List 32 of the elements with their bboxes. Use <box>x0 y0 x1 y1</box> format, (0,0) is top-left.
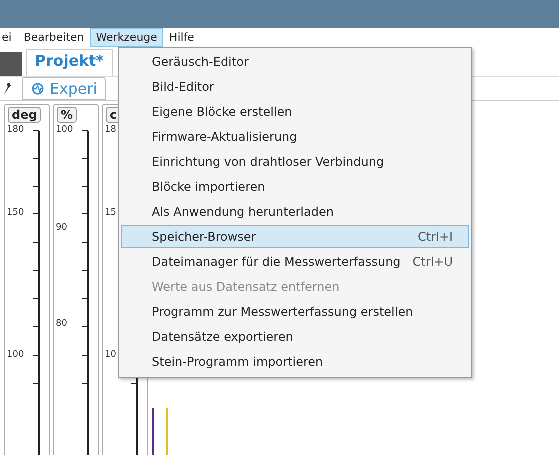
menu-option[interactable]: Als Anwendung herunterladen <box>121 200 469 223</box>
menu-item[interactable]: Bearbeiten <box>18 28 90 47</box>
wrench-icon[interactable] <box>2 82 12 96</box>
scale-label: 15 <box>105 208 116 218</box>
project-tab[interactable]: Projekt* <box>26 49 114 76</box>
menu-option[interactable]: Stein-Programm importieren <box>121 350 469 373</box>
scale-label: 100 <box>7 350 24 360</box>
menu-option[interactable]: Einrichtung von drahtloser Verbindung <box>121 150 469 173</box>
menu-option[interactable]: Datensätze exportieren <box>121 325 469 348</box>
menu-option[interactable]: Dateimanager für die Messwerterfassung Ctrl+U <box>121 250 469 273</box>
menu-item[interactable]: ei <box>0 28 18 47</box>
menu-option[interactable]: Blöcke importieren <box>121 175 469 198</box>
menu-item[interactable]: Werkzeuge <box>90 28 164 47</box>
scale-label: 150 <box>7 208 24 218</box>
scale-label: 100 <box>56 125 74 135</box>
unit-label: % <box>57 107 78 123</box>
unit-label: deg <box>8 107 42 123</box>
scale-label: 90 <box>56 223 68 233</box>
scale-label: 180 <box>7 125 24 135</box>
sensor-icon <box>31 82 45 96</box>
menu-option[interactable]: Geräusch-Editor <box>121 50 469 73</box>
graph-lines <box>151 408 171 455</box>
tab-handle[interactable] <box>0 52 22 76</box>
menu-option[interactable]: Bild-Editor <box>121 75 469 98</box>
menu-item[interactable]: Hilfe <box>163 28 200 47</box>
menu-option[interactable]: Programm zur Messwerterfassung erstellen <box>121 300 469 323</box>
menu-option[interactable]: Firmware-Aktualisierung <box>121 125 469 148</box>
scale-label: 18 <box>105 125 116 135</box>
scale-label: 80 <box>56 319 68 329</box>
menu-option[interactable]: Speicher-Browser Ctrl+I <box>121 225 469 248</box>
scale-label: 10 <box>105 350 116 360</box>
menu-option[interactable]: Eigene Blöcke erstellen <box>121 100 469 123</box>
